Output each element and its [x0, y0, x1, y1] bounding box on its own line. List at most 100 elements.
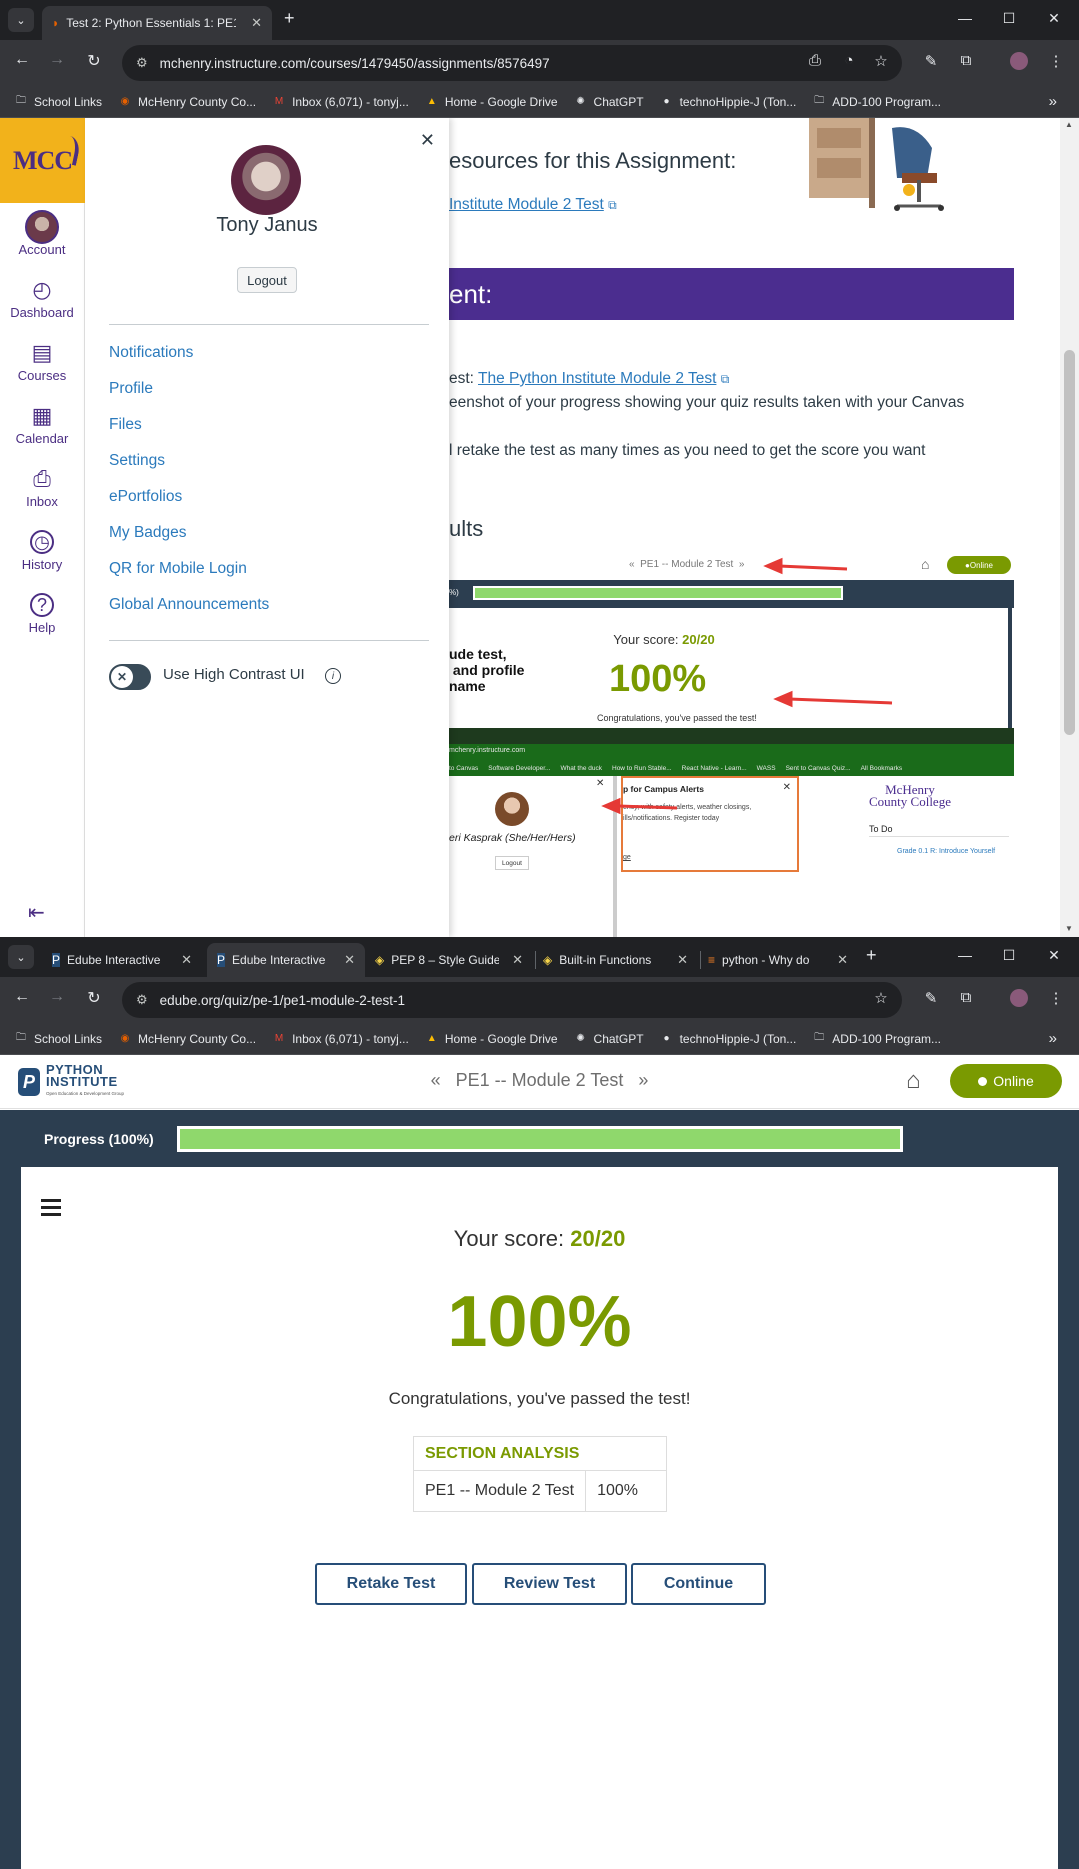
minimize-button[interactable]: —	[955, 10, 975, 26]
new-tab-button[interactable]: +	[866, 945, 877, 966]
python-institute-test-link[interactable]: The Python Institute Module 2 Test	[478, 370, 716, 387]
section-analysis-table: SECTION ANALYSIS PE1 -- Module 2 Test 10…	[413, 1436, 667, 1512]
more-bookmarks-icon[interactable]: »	[1049, 1030, 1057, 1047]
home-icon[interactable]: ⌂	[906, 1067, 921, 1095]
close-tab-icon[interactable]: ✕	[512, 952, 523, 968]
maximize-button[interactable]: ☐	[999, 10, 1019, 27]
bookmark-item[interactable]: ● technoHippie-J (Ton...	[660, 1032, 797, 1046]
tray-link-my-badges[interactable]: My Badges	[109, 524, 187, 542]
profile-avatar[interactable]	[1008, 989, 1030, 1011]
new-tab-button[interactable]: +	[284, 8, 295, 29]
review-test-button[interactable]: Review Test	[472, 1563, 627, 1605]
close-window-button[interactable]: ✕	[1044, 947, 1064, 964]
browser-window-canvas: ⌄ ◗ Test 2: Python Essentials 1: PE1 ✕ +…	[0, 0, 1079, 937]
bookmark-item[interactable]: M Inbox (6,071) - tonyj...	[272, 1032, 409, 1046]
bookmark-item[interactable]: ✺ ChatGPT	[574, 95, 643, 109]
close-tab-icon[interactable]: ✕	[251, 15, 262, 31]
global-nav-inbox[interactable]: ⎙ Inbox	[0, 455, 84, 518]
prev-chevron-icon[interactable]: «	[431, 1070, 441, 1090]
section-name: PE1 -- Module 2 Test	[425, 1482, 575, 1499]
back-button[interactable]: ←	[11, 51, 33, 69]
close-tab-icon[interactable]: ✕	[677, 952, 688, 968]
close-tab-icon[interactable]: ✕	[344, 952, 355, 968]
forward-button[interactable]: →	[46, 51, 68, 69]
global-nav-help[interactable]: ? Help	[0, 581, 84, 644]
minimize-button[interactable]: —	[955, 947, 975, 963]
continue-button[interactable]: Continue	[631, 1563, 766, 1605]
bookmark-item[interactable]: ✺ ChatGPT	[574, 1032, 643, 1046]
extensions-icon[interactable]: ⧉	[955, 989, 977, 1006]
tab-canvas-assignment[interactable]: ◗ Test 2: Python Essentials 1: PE1 ✕	[42, 6, 272, 40]
address-bar[interactable]: ⚙ mchenry.instructure.com/courses/147945…	[122, 45, 902, 81]
bookmark-item[interactable]: ● technoHippie-J (Ton...	[660, 95, 797, 109]
close-tab-icon[interactable]: ✕	[837, 952, 848, 968]
extensions-icon[interactable]: ⧉	[955, 52, 977, 69]
retake-test-button[interactable]: Retake Test	[315, 1563, 467, 1605]
reload-button[interactable]: ↻	[83, 51, 105, 71]
info-icon[interactable]: i	[325, 668, 341, 684]
hamburger-menu-icon[interactable]	[41, 1199, 61, 1220]
score-value: 20/20	[570, 1226, 626, 1251]
tab-search-button[interactable]: ⌄	[8, 945, 34, 969]
tray-link-global-announcements[interactable]: Global Announcements	[109, 596, 269, 614]
tab-2[interactable]: P Edube Interactive ✕	[207, 943, 365, 977]
tray-link-files[interactable]: Files	[109, 416, 142, 434]
reload-button[interactable]: ↻	[83, 988, 105, 1008]
menu-icon[interactable]: ⋮	[1045, 989, 1067, 1007]
bookmark-item[interactable]: 🗀 ADD-100 Program...	[812, 1032, 941, 1046]
bookmark-item[interactable]: 🗀 School Links	[14, 95, 102, 109]
bookmark-item[interactable]: ▲ Home - Google Drive	[425, 95, 558, 109]
site-info-icon[interactable]: ⚙	[136, 55, 148, 71]
resource-link[interactable]: Institute Module 2 Test	[449, 196, 604, 213]
install-app-icon[interactable]: ⎙	[804, 52, 826, 69]
bookmark-item[interactable]: ◉ McHenry County Co...	[118, 95, 256, 109]
results-heading: ults	[449, 516, 484, 541]
maximize-button[interactable]: ☐	[999, 947, 1019, 964]
eyedropper-icon[interactable]: ✎	[920, 989, 942, 1007]
global-nav-history[interactable]: ◷ History	[0, 518, 84, 581]
global-nav-account[interactable]: Account	[0, 203, 84, 266]
next-chevron-icon[interactable]: »	[638, 1070, 648, 1090]
bookmark-item[interactable]: ◉ McHenry County Co...	[118, 1032, 256, 1046]
bookmark-item[interactable]: M Inbox (6,071) - tonyj...	[272, 95, 409, 109]
close-tab-icon[interactable]: ✕	[181, 952, 192, 968]
edube-body: Progress (100%) Your score: 20/20 100% C…	[0, 1110, 1079, 1869]
menu-icon[interactable]: ⋮	[1045, 52, 1067, 70]
page-scrollbar[interactable]: ▲ ▼	[1060, 118, 1079, 937]
profile-avatar[interactable]	[1008, 52, 1030, 74]
tray-link-eportfolios[interactable]: ePortfolios	[109, 488, 182, 506]
collapse-nav-icon[interactable]: ⇤	[28, 900, 45, 925]
high-contrast-toggle[interactable]: ✕	[109, 664, 151, 690]
bookmark-star-icon[interactable]: ☆	[870, 52, 892, 70]
back-button[interactable]: ←	[11, 988, 33, 1006]
eyedropper-icon[interactable]: ✎	[920, 52, 942, 70]
scrollbar-thumb[interactable]	[1064, 350, 1075, 735]
logout-button[interactable]: Logout	[237, 267, 297, 293]
tab-3[interactable]: ◈ PEP 8 – Style Guide ✕	[365, 943, 533, 977]
bookmark-item[interactable]: ▲ Home - Google Drive	[425, 1032, 558, 1046]
global-nav-calendar[interactable]: ▦ Calendar	[0, 392, 84, 455]
tab-search-button[interactable]: ⌄	[8, 8, 34, 32]
forward-button[interactable]: →	[46, 988, 68, 1006]
address-bar[interactable]: ⚙ edube.org/quiz/pe-1/pe1-module-2-test-…	[122, 982, 902, 1018]
tab-5[interactable]: ≡ python - Why do ✕	[698, 943, 858, 977]
global-nav-label: Inbox	[26, 494, 58, 509]
tray-link-notifications[interactable]: Notifications	[109, 344, 193, 362]
resource-link-line: Institute Module 2 Test ⧉	[449, 196, 617, 214]
close-window-button[interactable]: ✕	[1044, 10, 1064, 27]
tray-link-settings[interactable]: Settings	[109, 452, 165, 470]
performance-icon[interactable]: ◔	[838, 52, 860, 69]
bookmark-item[interactable]: 🗀 School Links	[14, 1032, 102, 1046]
global-nav-courses[interactable]: ▤ Courses	[0, 329, 84, 392]
tab-4[interactable]: ◈ Built-in Functions ✕	[533, 943, 698, 977]
more-bookmarks-icon[interactable]: »	[1049, 93, 1057, 110]
site-info-icon[interactable]: ⚙	[136, 992, 148, 1008]
tab-1[interactable]: P Edube Interactive ✕	[42, 943, 202, 977]
mcc-logo[interactable]: MCC	[0, 118, 85, 203]
tray-link-qr-for-mobile-login[interactable]: QR for Mobile Login	[109, 560, 247, 578]
close-tray-icon[interactable]: ✕	[420, 130, 435, 151]
global-nav-dashboard[interactable]: ◴ Dashboard	[0, 266, 84, 329]
bookmark-star-icon[interactable]: ☆	[870, 989, 892, 1007]
bookmark-item[interactable]: 🗀 ADD-100 Program...	[812, 95, 941, 109]
tray-link-profile[interactable]: Profile	[109, 380, 153, 398]
